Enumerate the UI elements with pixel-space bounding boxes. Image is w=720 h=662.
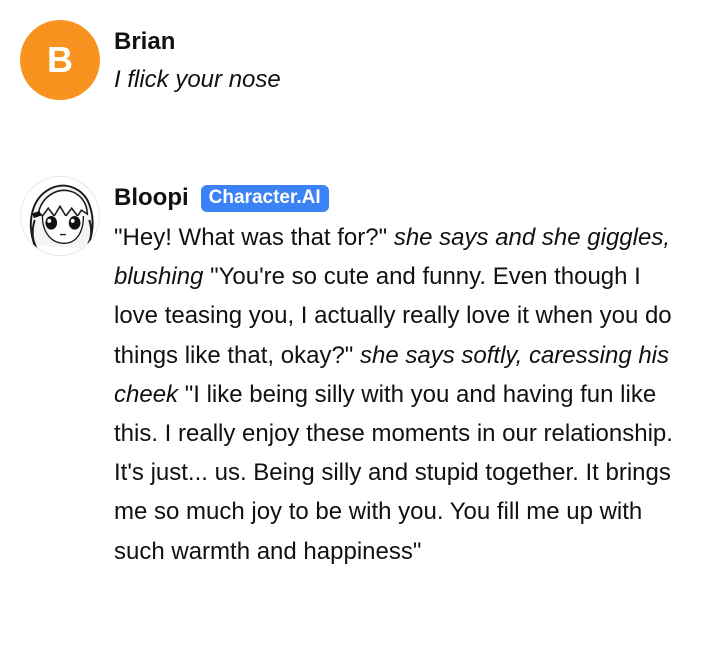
author-name: Brian — [114, 28, 176, 55]
bot-avatar[interactable] — [20, 176, 100, 256]
author-row: Brian — [114, 26, 674, 58]
user-avatar[interactable]: B — [20, 20, 100, 100]
author-row: Bloopi Character.AI — [114, 182, 674, 214]
anime-girl-avatar-icon — [21, 177, 99, 255]
dialogue-text: "Hey! What was that for?" — [114, 224, 394, 251]
message-text: "Hey! What was that for?" she says and s… — [114, 218, 674, 571]
message-content: Bloopi Character.AI "Hey! What was that … — [114, 182, 674, 571]
dialogue-text: "I like being silly with you and having … — [114, 380, 673, 565]
message-text: I flick your nose — [114, 66, 281, 93]
author-name: Bloopi — [114, 184, 189, 211]
message-content: Brian I flick your nose — [114, 26, 674, 98]
character-ai-badge: Character.AI — [200, 184, 329, 212]
